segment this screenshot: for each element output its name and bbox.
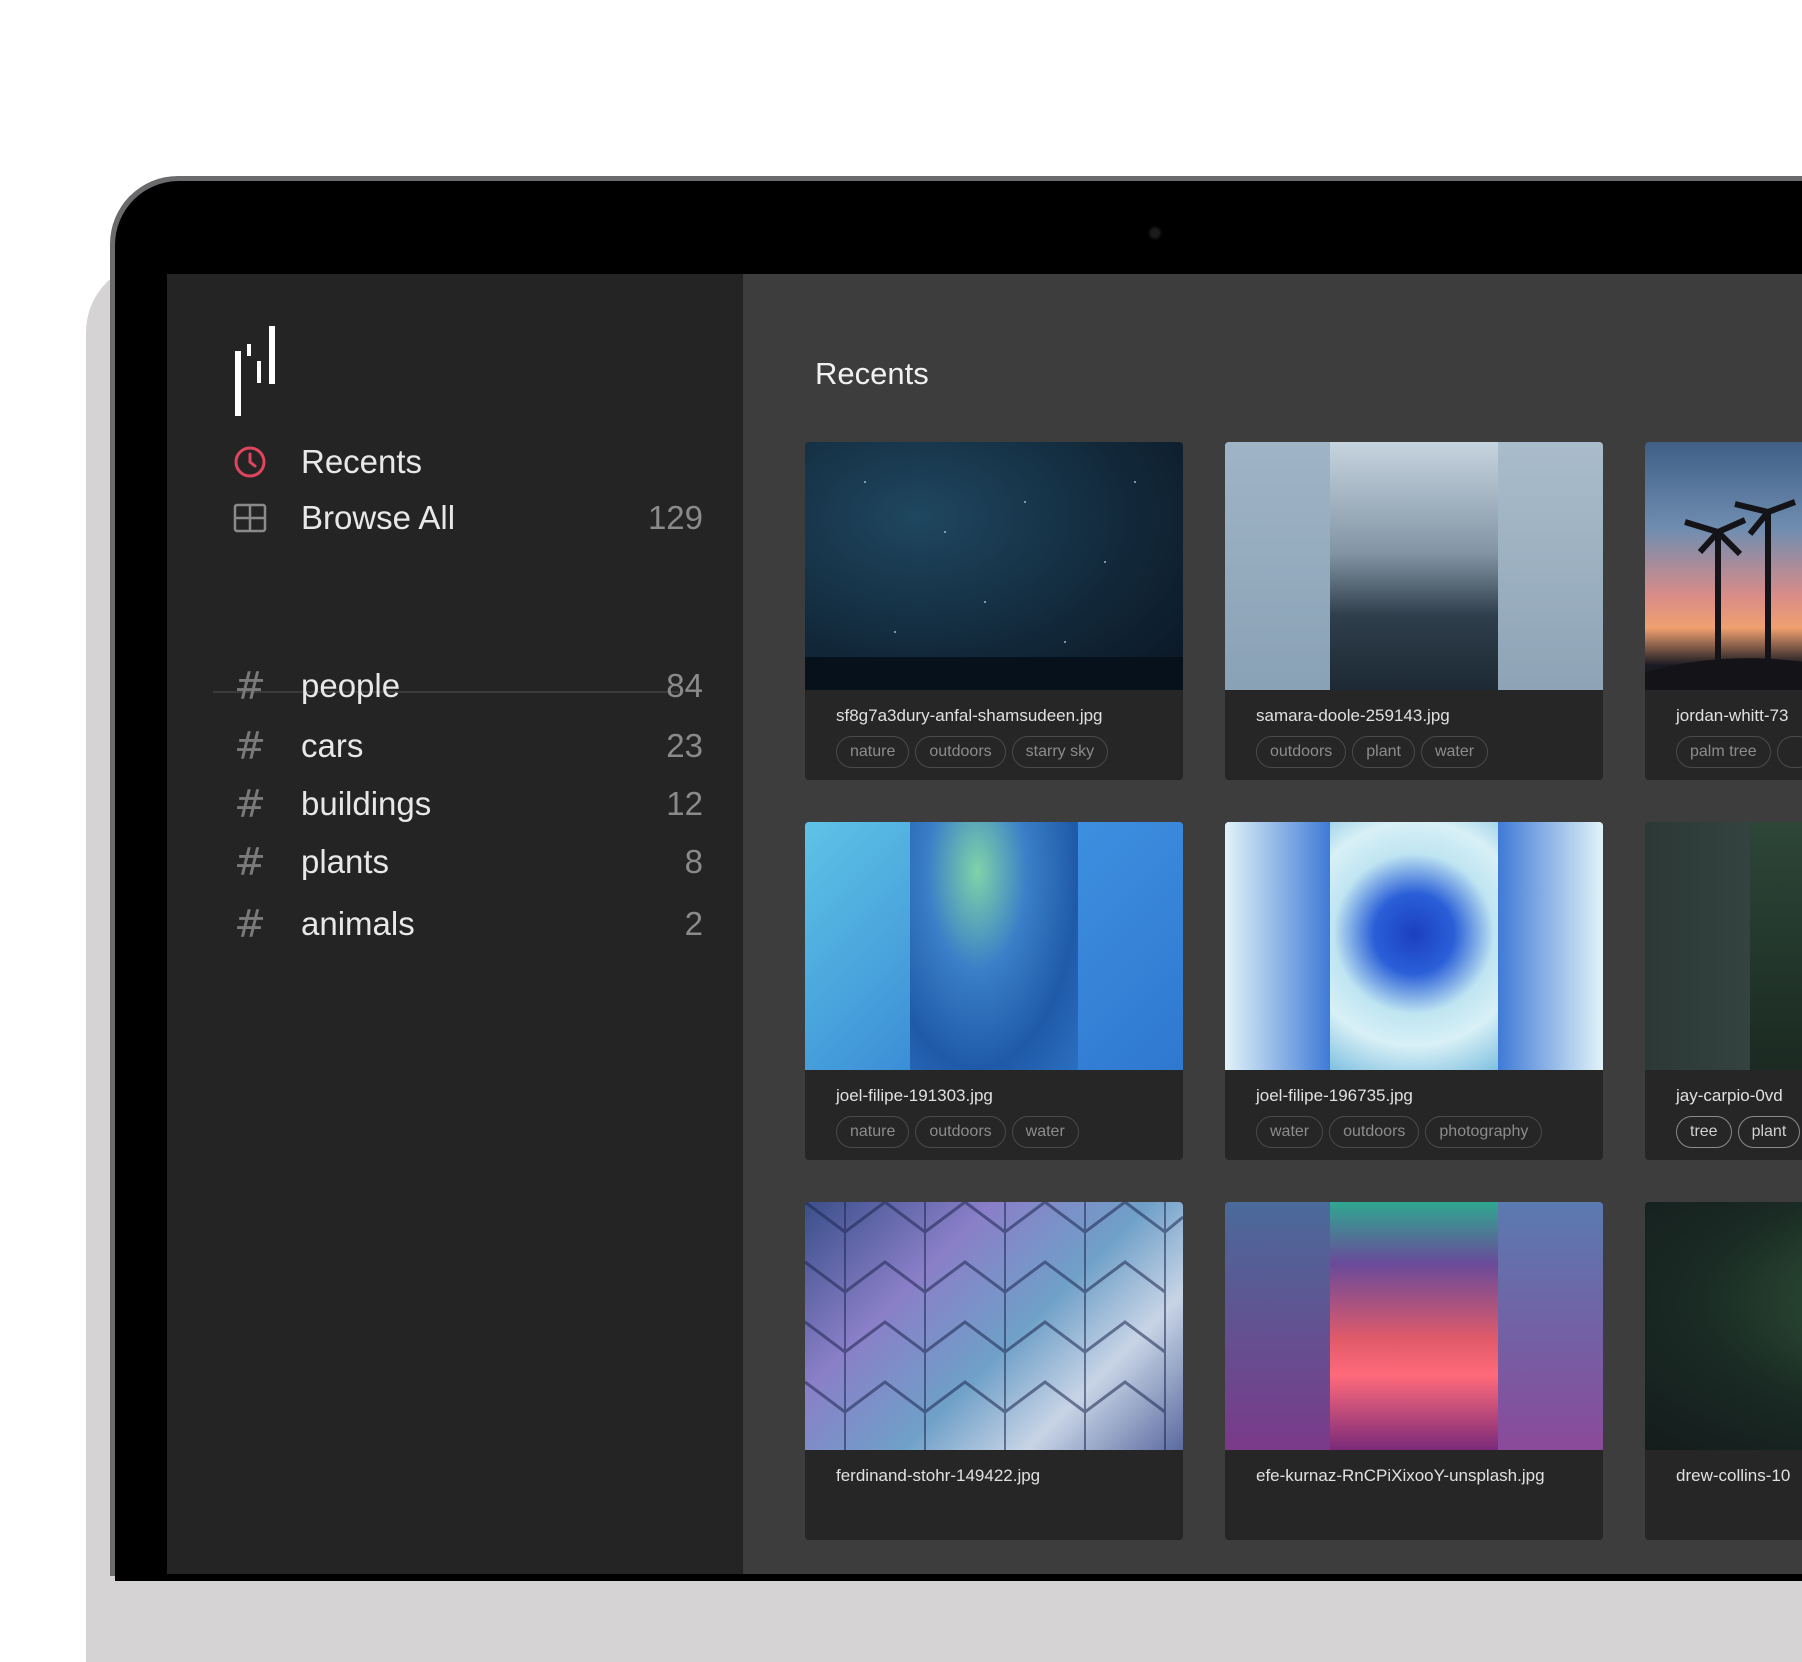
- tag-chip[interactable]: water: [1256, 1116, 1324, 1148]
- image-filename: efe-kurnaz-RnCPiXixooY-unsplash.jpg: [1256, 1466, 1545, 1485]
- image-filename: joel-filipe-196735.jpg: [1256, 1086, 1413, 1105]
- tag-label: animals: [301, 905, 415, 942]
- tag-chip[interactable]: starry sky: [1011, 736, 1109, 768]
- sidebar: Recents Browse All 129 # people 84 # car…: [167, 274, 743, 1574]
- tag-item-plants[interactable]: # plants 8: [233, 840, 703, 884]
- image-filename: samara-doole-259143.jpg: [1256, 706, 1450, 725]
- image-thumbnail: [805, 822, 1183, 1070]
- tag-count: 23: [666, 727, 703, 764]
- image-thumbnail: [1645, 442, 1802, 690]
- hash-icon: #: [234, 782, 266, 826]
- tag-count: 12: [666, 785, 703, 822]
- image-filename: sf8g7a3dury-anfal-shamsudeen.jpg: [836, 706, 1103, 725]
- image-card[interactable]: jordan-whitt-73 palm tree: [1645, 442, 1802, 780]
- nav-recents-label: Recents: [301, 443, 423, 480]
- tag-list: water outdoors photography: [1256, 1116, 1543, 1148]
- tag-count: 8: [684, 843, 703, 880]
- image-filename: jay-carpio-0vd: [1676, 1086, 1783, 1105]
- tag-item-people[interactable]: # people 84: [233, 664, 703, 708]
- tag-label: people: [301, 667, 401, 704]
- image-card[interactable]: efe-kurnaz-RnCPiXixooY-unsplash.jpg: [1225, 1202, 1603, 1540]
- tag-item-buildings[interactable]: # buildings 12: [233, 782, 703, 826]
- tag-chip[interactable]: outdoors: [915, 736, 1006, 768]
- image-thumbnail: [1225, 822, 1603, 1070]
- image-thumbnail: [805, 1202, 1183, 1450]
- image-filename: drew-collins-10: [1676, 1466, 1791, 1485]
- grid-icon: [233, 501, 267, 535]
- tag-chip[interactable]: nature: [836, 736, 910, 768]
- image-thumbnail: [1645, 822, 1802, 1070]
- tag-chip[interactable]: outdoors: [915, 1116, 1006, 1148]
- tag-label: cars: [301, 727, 364, 764]
- tag-chip[interactable]: photography: [1425, 1116, 1543, 1148]
- tag-count: 84: [666, 667, 703, 704]
- tag-list: nature outdoors water: [836, 1116, 1079, 1148]
- hash-icon: #: [234, 664, 266, 708]
- image-filename: jordan-whitt-73: [1676, 706, 1789, 725]
- hash-icon: #: [234, 902, 266, 946]
- tag-chip[interactable]: [1776, 736, 1802, 768]
- page-title: Recents: [815, 356, 929, 391]
- nav-browse-all[interactable]: Browse All 129: [233, 496, 703, 540]
- tag-label: plants: [301, 843, 390, 880]
- image-thumbnail: [805, 442, 1183, 690]
- hash-icon: #: [234, 840, 266, 884]
- image-thumbnail: [1225, 1202, 1603, 1450]
- image-thumbnail: [1645, 1202, 1802, 1450]
- nav-browse-all-label: Browse All: [301, 499, 456, 536]
- image-card[interactable]: ferdinand-stohr-149422.jpg: [805, 1202, 1183, 1540]
- tag-item-cars[interactable]: # cars 23: [233, 724, 703, 768]
- tag-item-animals[interactable]: # animals 2: [233, 902, 703, 946]
- tag-list: palm tree: [1676, 736, 1802, 768]
- main-content: Recents sf8g7a3dury-anfal-shamsudeen.jpg…: [743, 274, 1802, 1574]
- image-card[interactable]: samara-doole-259143.jpg outdoors plant w…: [1225, 442, 1603, 780]
- tag-chip[interactable]: water: [1420, 736, 1489, 768]
- tag-chip[interactable]: palm tree: [1676, 736, 1771, 768]
- tag-chip[interactable]: nature: [836, 1116, 910, 1148]
- image-card[interactable]: joel-filipe-196735.jpg water outdoors ph…: [1225, 822, 1603, 1160]
- tag-chip[interactable]: outdoors: [1256, 736, 1347, 768]
- tag-chip[interactable]: plant: [1737, 1116, 1801, 1148]
- tag-label: buildings: [301, 785, 432, 822]
- app-screen: Recents Browse All 129 # people 84 # car…: [167, 274, 1802, 1574]
- tag-chip[interactable]: water: [1011, 1116, 1079, 1148]
- tag-list: outdoors plant water: [1256, 736, 1489, 768]
- app-logo: [235, 326, 275, 416]
- tag-chip[interactable]: plant: [1352, 736, 1415, 768]
- clock-icon: [233, 445, 267, 479]
- image-card[interactable]: joel-filipe-191303.jpg nature outdoors w…: [805, 822, 1183, 1160]
- tag-list: tree plant: [1676, 1116, 1801, 1148]
- camera-icon: [1150, 228, 1160, 238]
- hash-icon: #: [234, 724, 266, 768]
- tag-chip[interactable]: tree: [1676, 1116, 1732, 1148]
- image-filename: joel-filipe-191303.jpg: [836, 1086, 993, 1105]
- image-card[interactable]: drew-collins-10: [1645, 1202, 1802, 1540]
- tag-chip[interactable]: outdoors: [1329, 1116, 1420, 1148]
- image-thumbnail: [1225, 442, 1603, 690]
- tag-count: 2: [684, 905, 703, 942]
- tag-list: nature outdoors starry sky: [836, 736, 1109, 768]
- nav-recents[interactable]: Recents: [233, 440, 703, 484]
- nav-browse-all-count: 129: [647, 499, 703, 536]
- image-card[interactable]: sf8g7a3dury-anfal-shamsudeen.jpg nature …: [805, 442, 1183, 780]
- image-card[interactable]: jay-carpio-0vd tree plant: [1645, 822, 1802, 1160]
- image-filename: ferdinand-stohr-149422.jpg: [836, 1466, 1041, 1485]
